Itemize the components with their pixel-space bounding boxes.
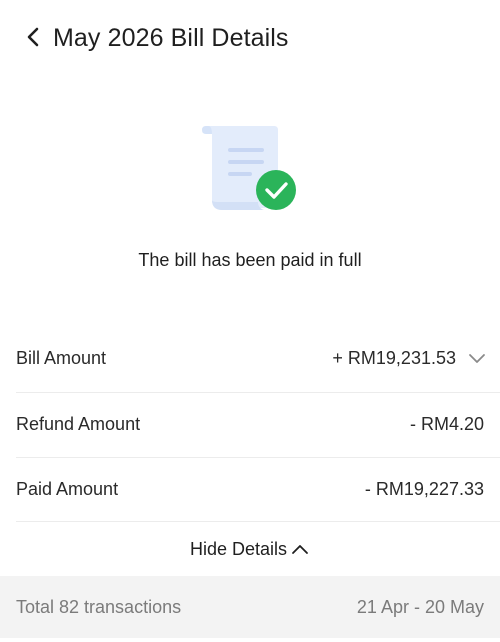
- bill-amount-value-group: + RM19,231.53: [332, 347, 485, 369]
- chevron-left-icon: [27, 27, 39, 47]
- check-circle-icon: [256, 170, 296, 210]
- paid-amount-value: - RM19,227.33: [364, 478, 484, 499]
- chevron-down-icon[interactable]: [466, 347, 488, 369]
- bill-amount-value: + RM19,231.53: [332, 347, 456, 368]
- refund-amount-value: - RM4.20: [409, 413, 484, 434]
- bill-amount-row: Bill Amount + RM19,231.53: [0, 326, 500, 390]
- paid-bill-illustration: [198, 120, 302, 216]
- transactions-summary-bar[interactable]: Total 82 transactions 21 Apr - 20 May: [0, 576, 500, 638]
- row-divider: [16, 521, 500, 522]
- chevron-up-icon: [292, 545, 308, 554]
- back-button[interactable]: [18, 22, 48, 52]
- header-bar: May 2026 Bill Details: [0, 0, 500, 78]
- hide-details-label: Hide Details: [189, 538, 288, 559]
- page-title: May 2026 Bill Details: [53, 24, 289, 52]
- billing-period: 21 Apr - 20 May: [356, 596, 484, 617]
- paid-amount-label: Paid Amount: [16, 478, 119, 499]
- paid-status-message: The bill has been paid in full: [138, 250, 362, 270]
- hide-details-button[interactable]: Hide Details: [0, 530, 500, 568]
- bill-amount-label: Bill Amount: [16, 347, 107, 368]
- refund-amount-label: Refund Amount: [16, 413, 141, 434]
- paid-amount-row: Paid Amount - RM19,227.33: [0, 457, 500, 521]
- transaction-count: Total 82 transactions: [16, 596, 182, 617]
- refund-amount-row: Refund Amount - RM4.20: [0, 392, 500, 456]
